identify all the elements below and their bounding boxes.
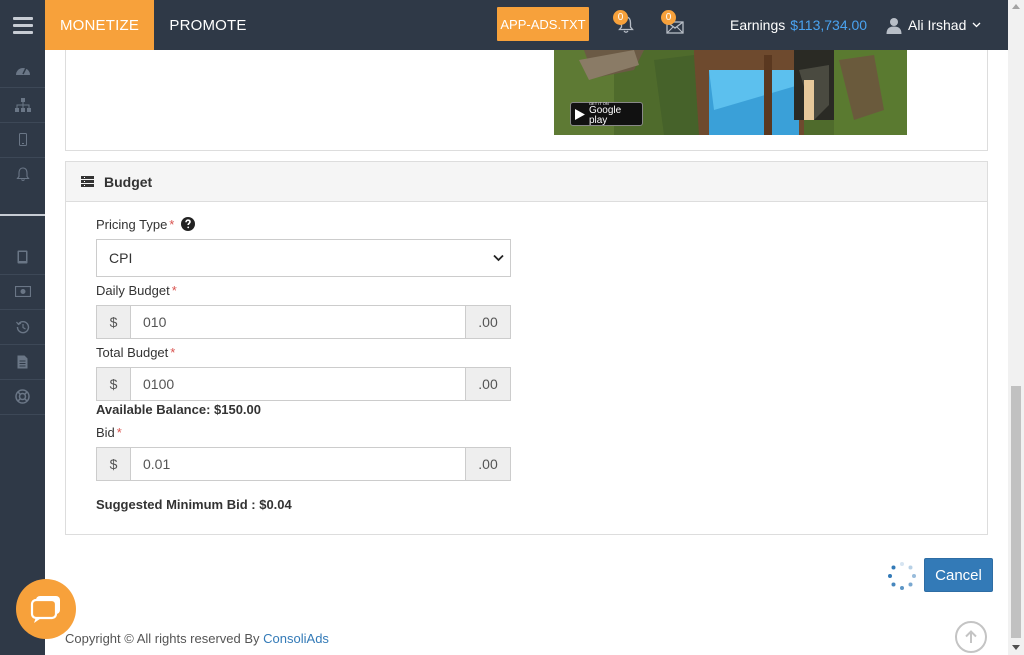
budget-list-icon (81, 176, 94, 187)
pricing-type-select[interactable]: CPI (96, 239, 511, 277)
game-screenshot-image: GET IT ON Google play (554, 50, 907, 135)
lifebuoy-icon (15, 389, 30, 404)
daily-budget-input[interactable]: 010 (131, 305, 465, 339)
total-budget-label-text: Total Budget (96, 345, 169, 360)
messages-badge: 0 (661, 10, 676, 25)
decimal-addon: .00 (465, 447, 511, 481)
total-budget-label: Total Budget * (96, 345, 175, 360)
sidebar-item-payments[interactable] (0, 274, 45, 309)
money-icon (14, 286, 31, 297)
sidebar-item-reports[interactable] (0, 344, 45, 379)
arrow-up-icon (965, 630, 977, 643)
sitemap-icon (14, 97, 31, 112)
scroll-up-arrow[interactable] (1012, 4, 1020, 9)
sidebar-item-apps[interactable] (0, 122, 45, 157)
budget-panel-header: Budget (66, 162, 987, 202)
daily-budget-label: Daily Budget * (96, 283, 177, 298)
decimal-addon: .00 (465, 305, 511, 339)
chevron-down-icon (972, 22, 981, 28)
earnings-value: $113,734.00 (790, 17, 868, 33)
notifications-badge: 0 (613, 10, 628, 25)
sidebar-item-support[interactable] (0, 379, 45, 414)
pricing-type-value: CPI (109, 250, 133, 266)
scroll-to-top-button[interactable] (955, 621, 987, 653)
notifications-button[interactable]: 0 (613, 10, 639, 38)
footer-copyright: Copyright © All rights reserved By Conso… (65, 631, 329, 646)
user-icon (886, 17, 902, 34)
suggested-min-bid-text: Suggested Minimum Bid : $0.04 (96, 497, 292, 512)
scroll-down-arrow[interactable] (1012, 645, 1020, 650)
total-budget-input[interactable]: 0100 (131, 367, 465, 401)
hamburger-menu-icon[interactable] (0, 0, 45, 50)
sidebar (0, 50, 45, 655)
currency-addon: $ (96, 447, 131, 481)
consoliads-link[interactable]: ConsoliAds (263, 631, 329, 646)
nav-tab-promote[interactable]: PROMOTE (154, 0, 262, 50)
messages-button[interactable]: 0 (661, 10, 687, 38)
bid-input[interactable]: 0.01 (131, 447, 465, 481)
live-chat-button[interactable] (16, 579, 76, 639)
bell-icon (15, 167, 30, 182)
app-ads-txt-button[interactable]: APP-ADS.TXT (497, 7, 589, 41)
tablet-icon (17, 250, 28, 263)
total-budget-input-group: $ 0100 .00 (96, 367, 511, 401)
decimal-addon: .00 (465, 367, 511, 401)
bid-label: Bid * (96, 425, 122, 440)
sidebar-item-dashboard[interactable] (0, 52, 45, 87)
copyright-text: Copyright © All rights reserved By (65, 631, 260, 646)
earnings-label: Earnings (730, 17, 786, 33)
google-play-badge-text: Google play (588, 105, 622, 126)
document-icon (17, 355, 28, 368)
user-name: Ali Irshad (908, 17, 967, 33)
budget-title: Budget (104, 173, 153, 190)
google-play-badge[interactable]: GET IT ON Google play (570, 102, 643, 126)
required-asterisk: * (116, 425, 122, 440)
earnings-display: Earnings $113,734.00 (730, 0, 867, 50)
daily-budget-label-text: Daily Budget (96, 283, 170, 298)
scrollbar-thumb[interactable] (1011, 386, 1021, 638)
available-balance-text: Available Balance: $150.00 (96, 402, 262, 417)
bid-input-group: $ 0.01 .00 (96, 447, 511, 481)
sidebar-item-structure[interactable] (0, 87, 45, 122)
required-asterisk: * (169, 217, 175, 232)
loading-spinner-icon (888, 562, 916, 590)
user-menu[interactable]: Ali Irshad (886, 0, 981, 50)
bid-label-text: Bid (96, 425, 115, 440)
pricing-type-label: Pricing Type * (96, 217, 195, 232)
mobile-icon (18, 133, 27, 146)
history-icon (15, 320, 29, 333)
currency-addon: $ (96, 305, 131, 339)
pricing-type-label-text: Pricing Type (96, 217, 168, 232)
chat-bubble-icon (30, 596, 60, 623)
nav-tab-monetize[interactable]: MONETIZE (45, 0, 154, 50)
required-asterisk: * (171, 283, 177, 298)
help-icon[interactable] (180, 217, 195, 231)
required-asterisk: * (170, 345, 176, 360)
cancel-button[interactable]: Cancel (924, 558, 993, 592)
dashboard-icon (15, 67, 30, 75)
google-play-icon (574, 108, 585, 120)
sidebar-item-notifications[interactable] (0, 157, 45, 192)
daily-budget-input-group: $ 010 .00 (96, 305, 511, 339)
currency-addon: $ (96, 367, 131, 401)
top-navbar: MONETIZE PROMOTE APP-ADS.TXT 0 0 Earning… (0, 0, 1008, 50)
sidebar-item-history[interactable] (0, 309, 45, 344)
sidebar-item-tablet[interactable] (0, 239, 45, 274)
chevron-down-icon (493, 254, 504, 262)
